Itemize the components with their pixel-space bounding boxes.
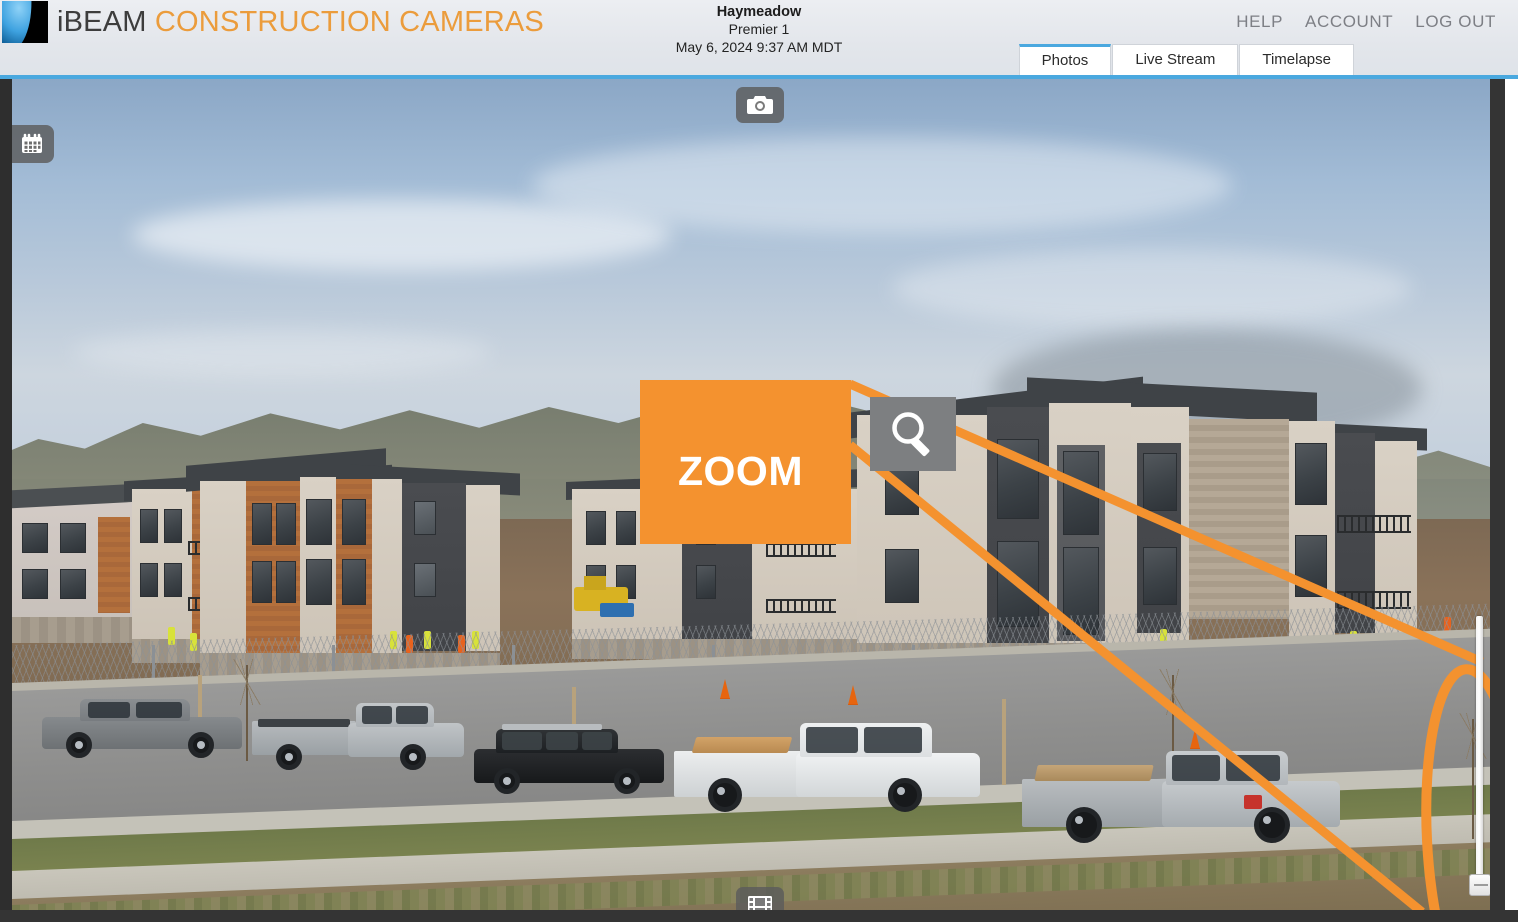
window bbox=[164, 509, 182, 543]
tab-timelapse[interactable]: Timelapse bbox=[1239, 44, 1354, 75]
window bbox=[276, 503, 296, 545]
vehicle-pickup-white bbox=[674, 723, 980, 812]
window bbox=[252, 561, 272, 603]
window bbox=[997, 541, 1039, 627]
wood-siding-panel bbox=[98, 517, 130, 613]
bare-tree bbox=[232, 659, 262, 761]
camera-icon bbox=[747, 96, 773, 114]
brand-secondary-text: CONSTRUCTION CAMERAS bbox=[154, 5, 544, 38]
window bbox=[140, 509, 158, 543]
balcony-railing bbox=[766, 599, 836, 613]
window bbox=[586, 511, 606, 545]
cloud bbox=[72, 329, 492, 375]
window bbox=[60, 569, 86, 599]
window bbox=[276, 561, 296, 603]
photo-viewer-stage: ZOOM bbox=[0, 79, 1518, 922]
beige-panel bbox=[466, 485, 500, 651]
letterbox-bottom bbox=[0, 910, 1518, 922]
window bbox=[1295, 535, 1327, 597]
vehicle-pickup-silver-2 bbox=[1022, 751, 1340, 843]
vehicle-suv-gray bbox=[42, 699, 242, 758]
sapling bbox=[1002, 699, 1006, 785]
window bbox=[342, 559, 366, 605]
window bbox=[414, 501, 436, 535]
zoom-callout-box: ZOOM bbox=[640, 380, 851, 544]
calendar-icon bbox=[22, 133, 42, 153]
view-mode-tabs: Photos Live Stream Timelapse bbox=[1018, 44, 1355, 75]
log-out-link[interactable]: LOG OUT bbox=[1415, 12, 1496, 32]
window bbox=[252, 503, 272, 545]
window bbox=[1295, 443, 1327, 505]
page-right-margin bbox=[1505, 79, 1518, 922]
brand-primary-text: iBEAM bbox=[57, 5, 147, 38]
window bbox=[60, 523, 86, 553]
zoom-slider[interactable] bbox=[1469, 616, 1490, 906]
construction-loader-cab bbox=[584, 576, 606, 590]
window bbox=[140, 563, 158, 597]
vehicle-pickup-silver-1 bbox=[252, 703, 464, 770]
wood-siding-panel bbox=[1189, 419, 1289, 619]
beige-panel bbox=[372, 479, 402, 653]
timelapse-button[interactable] bbox=[736, 887, 784, 912]
portable-toilet bbox=[600, 603, 634, 617]
magnifier-icon bbox=[892, 412, 930, 457]
window bbox=[1063, 451, 1099, 535]
window bbox=[414, 563, 436, 597]
brand[interactable]: iBEAM CONSTRUCTION CAMERAS bbox=[2, 1, 544, 43]
top-nav-links: HELP ACCOUNT LOG OUT bbox=[1236, 12, 1496, 32]
window bbox=[616, 511, 636, 545]
window bbox=[1143, 547, 1177, 605]
zoom-slider-track[interactable] bbox=[1476, 616, 1483, 878]
cloud bbox=[532, 137, 1232, 233]
window bbox=[22, 523, 48, 553]
beige-panel bbox=[200, 481, 246, 653]
snapshot-button[interactable] bbox=[736, 87, 784, 123]
window bbox=[22, 569, 48, 599]
tab-photos[interactable]: Photos bbox=[1018, 44, 1112, 75]
app-header: iBEAM CONSTRUCTION CAMERAS Haymeadow Pre… bbox=[0, 0, 1518, 79]
balcony-railing bbox=[1337, 515, 1411, 533]
brand-wordmark: iBEAM CONSTRUCTION CAMERAS bbox=[57, 6, 544, 39]
balcony-railing bbox=[766, 543, 836, 557]
window bbox=[1143, 453, 1177, 511]
window bbox=[885, 549, 919, 603]
app-root: iBEAM CONSTRUCTION CAMERAS Haymeadow Pre… bbox=[0, 0, 1518, 922]
ibeam-logo-icon bbox=[2, 1, 48, 43]
help-link[interactable]: HELP bbox=[1236, 12, 1283, 32]
window bbox=[997, 439, 1039, 519]
account-link[interactable]: ACCOUNT bbox=[1305, 12, 1393, 32]
zoom-slider-handle[interactable] bbox=[1469, 874, 1490, 896]
zoom-callout-label: ZOOM bbox=[678, 448, 803, 494]
letterbox-left bbox=[0, 79, 12, 922]
calendar-button[interactable] bbox=[12, 125, 54, 163]
vehicle-suv-black bbox=[474, 724, 664, 794]
window bbox=[306, 499, 332, 545]
cloud bbox=[892, 249, 1412, 327]
window bbox=[342, 499, 366, 545]
letterbox-right bbox=[1490, 79, 1505, 922]
window bbox=[696, 565, 716, 599]
building-center bbox=[186, 448, 520, 679]
magnifier-icon-box bbox=[870, 397, 956, 471]
window bbox=[164, 563, 182, 597]
tab-live-stream[interactable]: Live Stream bbox=[1112, 44, 1239, 75]
construction-photo[interactable]: ZOOM bbox=[12, 79, 1490, 912]
window bbox=[306, 559, 332, 605]
